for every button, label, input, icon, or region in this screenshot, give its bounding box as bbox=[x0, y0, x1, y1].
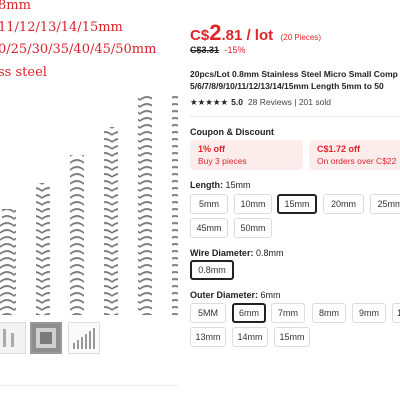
price: C$2.81 / lot (20 Pieces) bbox=[190, 20, 321, 46]
rating-row: ★★★★★ 5.0 28 Reviews | 201 sold bbox=[190, 97, 331, 108]
price-unit: / lot bbox=[242, 27, 274, 44]
outer-diameter-label: Outer Diameter: 6mm bbox=[190, 290, 281, 300]
pieces-per-lot: (20 Pieces) bbox=[280, 33, 322, 42]
length-option-10mm[interactable]: 10mm bbox=[234, 194, 272, 214]
wire-selected-value: 0.8mm bbox=[255, 248, 284, 258]
thumbnail-strip bbox=[0, 322, 178, 356]
coupon-condition: Buy 3 pieces bbox=[198, 156, 247, 166]
springs-thumb-icon bbox=[36, 328, 56, 348]
rating-value: 5.0 bbox=[231, 97, 243, 107]
outer-option-14mm[interactable]: 14mm bbox=[232, 327, 268, 347]
outer-option-8mm[interactable]: 8mm bbox=[312, 303, 346, 323]
original-price: C$3.31 bbox=[190, 45, 220, 55]
coupon-condition: On orders over C$22 bbox=[317, 156, 397, 166]
length-option-20mm[interactable]: 20mm bbox=[323, 194, 364, 214]
rating-separator: | bbox=[291, 97, 299, 107]
price-integer: 2 bbox=[209, 20, 222, 45]
coupon-amount: 1% off bbox=[198, 144, 225, 154]
price-decimal: .81 bbox=[221, 27, 243, 44]
springs-illustration bbox=[0, 95, 178, 315]
sold-count: 201 sold bbox=[298, 97, 331, 107]
outer-selected-value: 6mm bbox=[260, 290, 281, 300]
outer-option-6mm[interactable]: 6mm bbox=[232, 303, 266, 323]
length-option-45mm[interactable]: 45mm bbox=[190, 218, 228, 238]
springs-thumb-icon bbox=[73, 328, 95, 349]
star-rating-icon: ★★★★★ bbox=[190, 97, 229, 107]
price-currency: C$ bbox=[190, 27, 210, 44]
product-title-line: 5/6/7/8/9/10/11/12/13/14/15mm Length 5mm… bbox=[190, 81, 384, 91]
coupon-amount: C$1.72 off bbox=[317, 144, 361, 154]
length-option-50mm[interactable]: 50mm bbox=[234, 218, 272, 238]
coupon-card[interactable]: C$1.72 off On orders over C$22 bbox=[309, 140, 400, 170]
discount-percent: -15% bbox=[224, 45, 246, 55]
thumbnail-image[interactable] bbox=[0, 322, 26, 354]
coupon-card[interactable]: 1% off Buy 3 pieces bbox=[190, 140, 303, 170]
length-label-text: Length: bbox=[190, 180, 226, 190]
divider bbox=[0, 385, 178, 386]
length-option-15mm[interactable]: 15mm bbox=[277, 194, 317, 214]
image-caption-line: ss steel bbox=[0, 65, 47, 80]
product-gallery: 8mm 11/12/13/14/15mm 0/25/30/35/40/45/50… bbox=[0, 0, 178, 400]
wire-option-0-8mm[interactable]: 0.8mm bbox=[190, 260, 234, 280]
outer-option-9mm[interactable]: 9mm bbox=[352, 303, 386, 323]
product-title-line: 20pcs/Lot 0.8mm Stainless Steel Micro Sm… bbox=[190, 69, 398, 79]
length-selected-value: 15mm bbox=[225, 180, 251, 190]
outer-option-7mm[interactable]: 7mm bbox=[271, 303, 305, 323]
springs-thumb-icon bbox=[3, 329, 14, 347]
outer-option-5mm[interactable]: 5MM bbox=[190, 303, 226, 323]
length-label: Length: 15mm bbox=[190, 180, 251, 190]
length-option-5mm[interactable]: 5mm bbox=[190, 194, 228, 214]
wire-label-text: Wire Diameter: bbox=[190, 248, 256, 258]
image-caption-line: 11/12/13/14/15mm bbox=[0, 20, 123, 35]
wire-diameter-label: Wire Diameter: 0.8mm bbox=[190, 248, 283, 258]
thumbnail-image-selected[interactable] bbox=[30, 322, 62, 354]
outer-option-15mm[interactable]: 15mm bbox=[274, 327, 310, 347]
product-info-panel: C$2.81 / lot (20 Pieces) C$3.31 -15% 20p… bbox=[190, 0, 400, 400]
outer-label-text: Outer Diameter: bbox=[190, 290, 261, 300]
image-caption-line: 0/25/30/35/40/45/50mm bbox=[0, 42, 157, 57]
product-title: 20pcs/Lot 0.8mm Stainless Steel Micro Sm… bbox=[190, 68, 400, 92]
coupon-section-title: Coupon & Discount bbox=[190, 127, 274, 137]
reviews-link[interactable]: 28 Reviews bbox=[248, 97, 292, 107]
original-price-row: C$3.31 -15% bbox=[190, 45, 246, 55]
outer-option-13mm[interactable]: 13mm bbox=[190, 327, 226, 347]
main-product-image[interactable]: 8mm 11/12/13/14/15mm 0/25/30/35/40/45/50… bbox=[0, 0, 178, 318]
divider bbox=[190, 116, 400, 117]
thumbnail-image[interactable] bbox=[68, 322, 100, 354]
length-option-25mm[interactable]: 25mm bbox=[370, 194, 400, 214]
image-caption-line: 8mm bbox=[0, 0, 31, 13]
outer-option-partial[interactable]: 1 bbox=[392, 303, 400, 323]
